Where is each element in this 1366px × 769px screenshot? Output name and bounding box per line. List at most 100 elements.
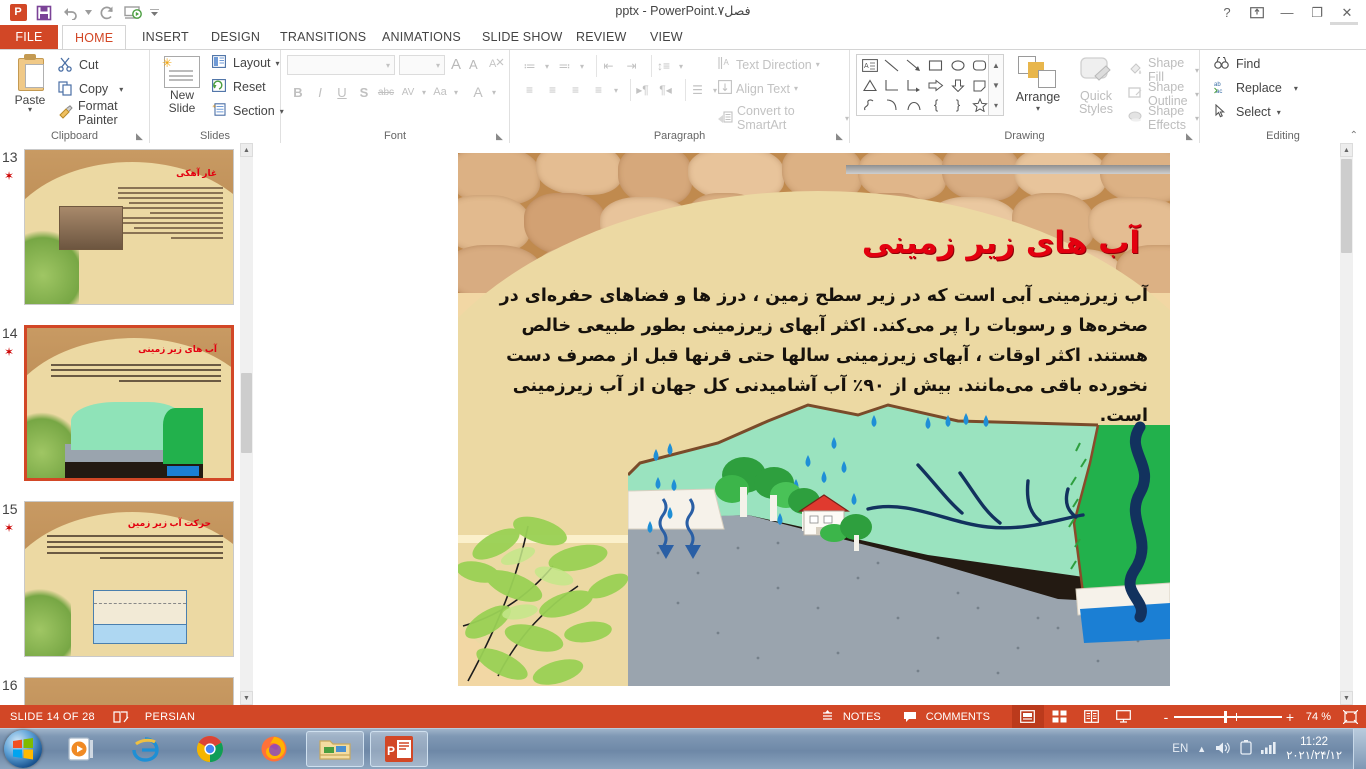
- tab-home[interactable]: HOME: [62, 25, 126, 50]
- tab-view[interactable]: VIEW: [638, 25, 695, 50]
- italic-button[interactable]: I: [309, 81, 331, 103]
- canvas-scroll-down-icon[interactable]: ▼: [1340, 691, 1353, 705]
- align-center-button[interactable]: ≡: [541, 79, 564, 101]
- restore-button[interactable]: ❐: [1302, 2, 1332, 23]
- font-size-dropdown-icon[interactable]: ▾: [436, 61, 440, 70]
- bold-button[interactable]: B: [287, 81, 309, 103]
- canvas-scroll-up-icon[interactable]: ▲: [1340, 143, 1353, 157]
- paste-button[interactable]: Paste ▾: [6, 54, 54, 113]
- layout-dropdown-icon[interactable]: ▾: [276, 59, 280, 68]
- character-spacing-button[interactable]: AV: [397, 81, 419, 103]
- arc-shape-icon[interactable]: [881, 95, 903, 114]
- thumbnail-scrollbar[interactable]: ▲ ▼: [240, 143, 253, 705]
- tab-insert[interactable]: INSERT: [130, 25, 201, 50]
- thumbnail-scroll-down-icon[interactable]: ▼: [240, 691, 253, 705]
- decrease-font-size-icon[interactable]: A: [469, 57, 478, 72]
- selection-handle-bar[interactable]: [846, 165, 1170, 174]
- justify-button[interactable]: ≡: [587, 79, 610, 101]
- down-arrow-shape-icon[interactable]: [947, 76, 969, 95]
- taskbar-clock[interactable]: 11:22 ۲۰۲۱/۲۴/۱۲: [1286, 735, 1342, 763]
- font-size-combobox[interactable]: ▾: [399, 55, 445, 75]
- tab-slide-show[interactable]: SLIDE SHOW: [470, 25, 575, 50]
- font-dialog-launcher[interactable]: ◣: [496, 131, 506, 141]
- curve-shape-icon[interactable]: [903, 95, 925, 114]
- paste-dropdown-icon[interactable]: ▾: [6, 107, 54, 113]
- replace-dropdown-icon[interactable]: ▾: [1294, 84, 1298, 93]
- taskbar-language-indicator[interactable]: EN: [1172, 743, 1188, 755]
- triangle-shape-icon[interactable]: [859, 76, 881, 95]
- paragraph-dialog-launcher[interactable]: ◣: [836, 131, 846, 141]
- zoom-out-button[interactable]: -: [1158, 709, 1174, 725]
- canvas-scrollbar[interactable]: ▲ ▼: [1340, 143, 1353, 705]
- drawing-dialog-launcher[interactable]: ◣: [1186, 131, 1196, 141]
- help-button[interactable]: ?: [1212, 2, 1242, 23]
- shape-fill-dropdown-icon[interactable]: ▾: [1195, 66, 1199, 75]
- arrow-shape-icon[interactable]: [903, 56, 925, 75]
- numbering-button[interactable]: ≕: [553, 55, 576, 77]
- slideshow-view-button[interactable]: [1108, 705, 1140, 728]
- find-button[interactable]: Find: [1214, 56, 1260, 72]
- clipboard-dialog-launcher[interactable]: ◣: [136, 131, 146, 141]
- close-button[interactable]: ✕: [1332, 2, 1362, 23]
- normal-view-button[interactable]: [1012, 705, 1044, 728]
- bullets-button[interactable]: ≔: [518, 55, 541, 77]
- show-desktop-button[interactable]: [1353, 729, 1366, 769]
- shape-effects-dropdown-icon[interactable]: ▾: [1195, 114, 1199, 123]
- section-button[interactable]: ✳ Section ▾: [212, 103, 284, 119]
- zoom-slider[interactable]: [1174, 716, 1282, 718]
- reset-button[interactable]: Reset: [212, 79, 266, 95]
- change-case-dropdown-icon[interactable]: ▾: [451, 81, 461, 103]
- text-box-shape-icon[interactable]: A: [859, 56, 881, 75]
- zoom-in-button[interactable]: +: [1282, 709, 1298, 725]
- comments-button[interactable]: COMMENTS: [903, 711, 990, 723]
- shapes-scroll-down-icon[interactable]: ▼: [989, 75, 1003, 95]
- text-direction-dropdown-icon[interactable]: ▾: [816, 60, 820, 69]
- shapes-gallery[interactable]: A: [856, 54, 1004, 116]
- character-spacing-dropdown-icon[interactable]: ▾: [419, 81, 429, 103]
- font-name-dropdown-icon[interactable]: ▾: [386, 61, 390, 70]
- shapes-gallery-more-icon[interactable]: ▾: [989, 95, 1003, 115]
- taskbar-file-explorer-icon[interactable]: [306, 731, 364, 767]
- slide-thumbnail-pane[interactable]: 13 ✶ غار آهکی: [0, 143, 254, 705]
- columns-button[interactable]: ☰: [685, 79, 709, 101]
- slide-title[interactable]: آب های زیر زمینی: [480, 225, 1140, 261]
- tab-file[interactable]: FILE: [0, 25, 58, 50]
- quick-styles-button[interactable]: Quick Styles: [1068, 54, 1124, 116]
- spell-check-icon[interactable]: [113, 710, 129, 724]
- font-name-combobox[interactable]: ▾: [287, 55, 395, 75]
- battery-icon[interactable]: [1240, 740, 1252, 758]
- show-hidden-icons-button[interactable]: ▲: [1197, 744, 1206, 754]
- groundwater-diagram[interactable]: [628, 403, 1170, 686]
- justify-dropdown-icon[interactable]: ▾: [610, 79, 622, 101]
- select-button[interactable]: Select ▾: [1214, 104, 1281, 120]
- taskbar-mozilla-firefox-icon[interactable]: [254, 733, 294, 765]
- taskbar-windows-media-player-icon[interactable]: [62, 733, 102, 765]
- shape-effects-button[interactable]: Shape Effects ▾: [1128, 104, 1199, 132]
- tab-transitions[interactable]: TRANSITIONS: [268, 25, 378, 50]
- clear-formatting-icon[interactable]: A: [489, 56, 504, 74]
- oval-shape-icon[interactable]: [947, 56, 969, 75]
- copy-button[interactable]: Copy ▾: [58, 78, 123, 100]
- slide-counter[interactable]: SLIDE 14 OF 28: [10, 711, 95, 723]
- font-color-dropdown-icon[interactable]: ▾: [489, 81, 499, 103]
- new-slide-button[interactable]: ✳ New Slide: [156, 54, 208, 115]
- rtl-direction-button[interactable]: ¶◂: [654, 79, 677, 101]
- canvas-scroll-thumb[interactable]: [1341, 159, 1352, 253]
- align-text-dropdown-icon[interactable]: ▾: [794, 84, 798, 93]
- start-button[interactable]: [4, 730, 42, 768]
- shape-outline-dropdown-icon[interactable]: ▾: [1195, 90, 1199, 99]
- taskbar-powerpoint-icon[interactable]: P: [370, 731, 428, 767]
- convert-to-smartart-dropdown-icon[interactable]: ▾: [845, 114, 849, 123]
- ribbon-display-options-icon[interactable]: [1242, 2, 1272, 23]
- tab-animations[interactable]: ANIMATIONS: [370, 25, 473, 50]
- line-shape-icon[interactable]: [881, 56, 903, 75]
- slide-editor[interactable]: آب های زیر زمینی آب زیرزمینی آبی است که …: [458, 153, 1170, 686]
- line-spacing-dropdown-icon[interactable]: ▾: [675, 55, 687, 77]
- rectangle-shape-icon[interactable]: [925, 56, 947, 75]
- change-case-button[interactable]: Aa: [429, 81, 451, 103]
- right-brace-shape-icon[interactable]: }: [947, 95, 969, 114]
- taskbar-google-chrome-icon[interactable]: [190, 733, 230, 765]
- decrease-indent-button[interactable]: ⇤: [596, 55, 620, 77]
- increase-font-size-icon[interactable]: A: [451, 56, 461, 73]
- zoom-slider-handle[interactable]: [1224, 711, 1227, 723]
